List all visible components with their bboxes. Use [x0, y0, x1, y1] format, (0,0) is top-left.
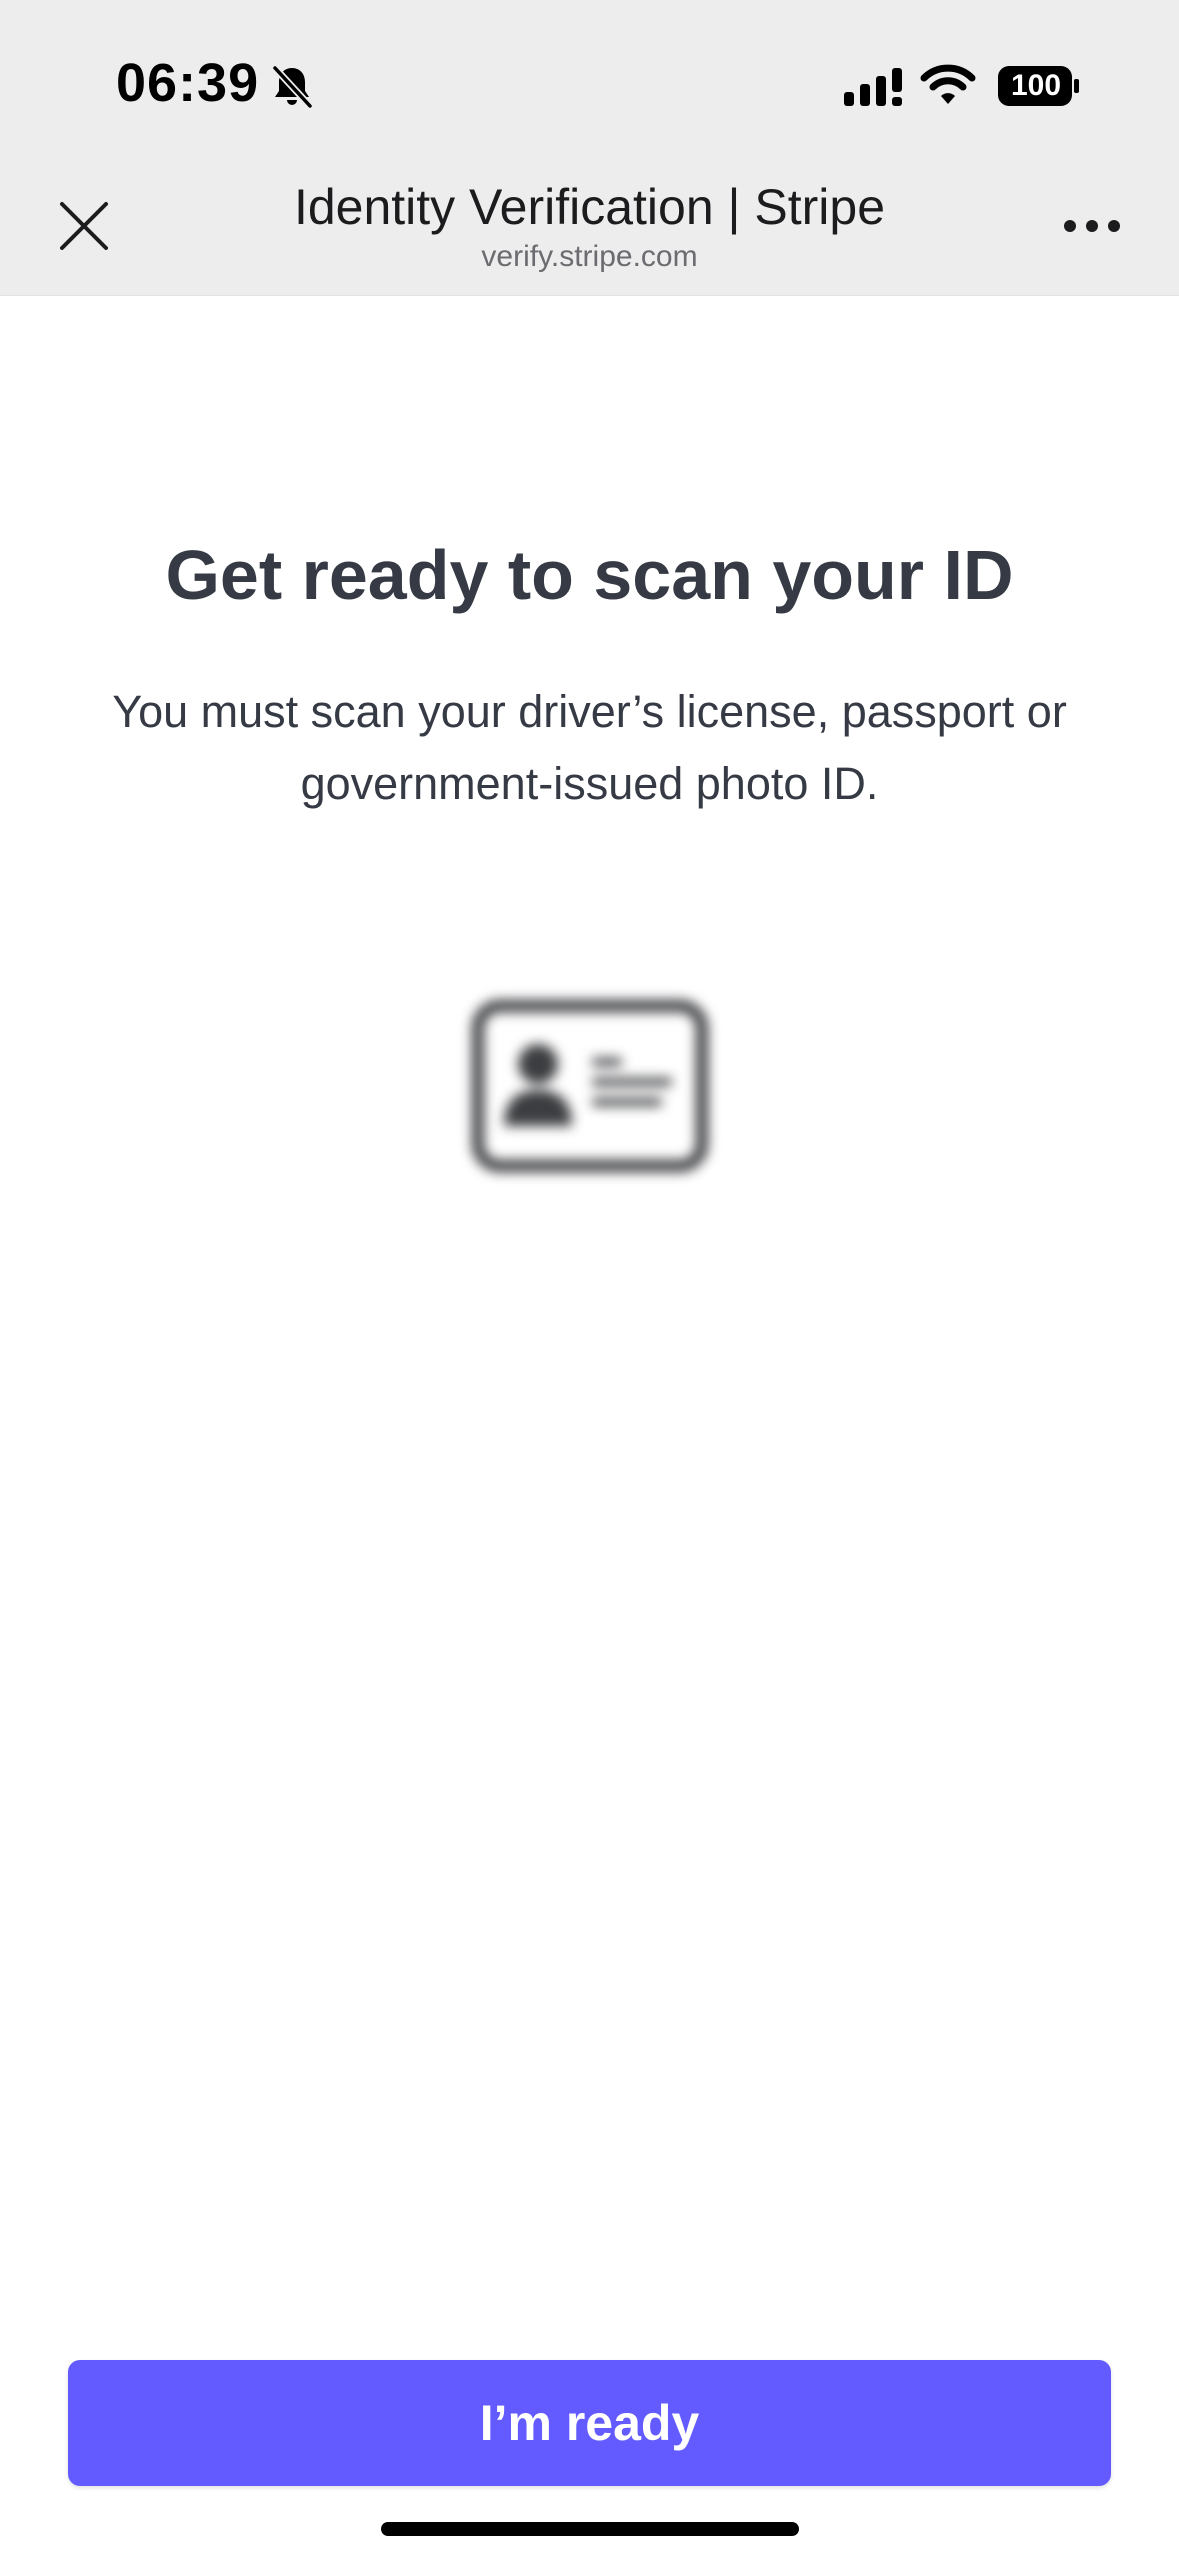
home-indicator	[381, 2522, 799, 2536]
page-heading: Get ready to scan your ID	[165, 536, 1014, 614]
id-card-icon	[472, 1000, 708, 1172]
status-time: 06:39	[116, 53, 260, 113]
ready-button[interactable]: I’m ready	[68, 2360, 1111, 2486]
close-icon	[60, 202, 108, 250]
battery-level: 100	[1010, 69, 1062, 102]
more-icon	[1064, 220, 1120, 232]
close-button[interactable]	[48, 190, 120, 262]
signal-icon	[844, 68, 902, 106]
more-button[interactable]	[1054, 200, 1130, 252]
browser-chrome: 06:39 100 Identity Verification | Stripe…	[0, 0, 1179, 296]
page-url: verify.stripe.com	[481, 240, 698, 273]
bell-slash-icon	[272, 65, 313, 109]
status-bar: 06:39 100	[0, 0, 1179, 170]
page-title: Identity Verification | Stripe	[293, 179, 886, 235]
wifi-icon	[920, 64, 976, 104]
page-subtitle: You must scan your driver’s license, pas…	[112, 686, 1067, 809]
main-content: Get ready to scan your ID You must scan …	[0, 296, 1179, 2556]
